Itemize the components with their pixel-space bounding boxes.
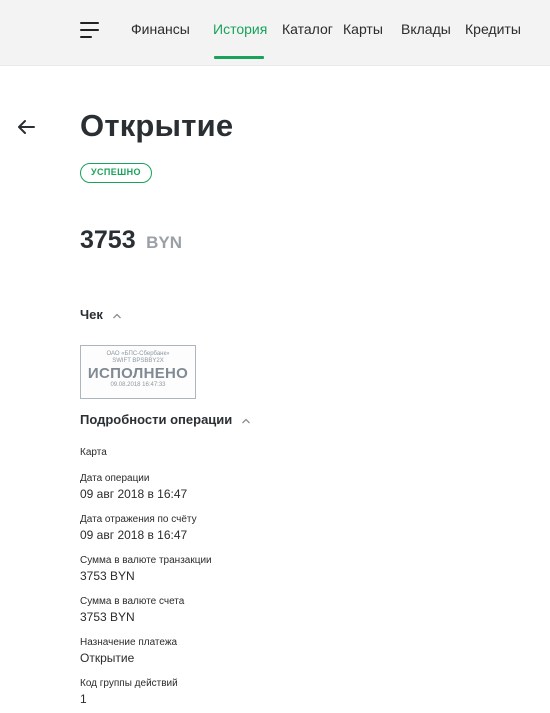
nav-item-deposits[interactable]: Вклады (401, 21, 451, 37)
stamp-swift: SWIFT BPSBBY2X (112, 358, 164, 364)
field-value-payment-purpose: Открытие (80, 651, 135, 665)
nav-item-finances[interactable]: Финансы (131, 21, 190, 37)
stamp-bank-name: ОАО «БПС-Сбербанк» (106, 351, 170, 357)
field-label-account-amount: Сумма в валюте счета (80, 596, 185, 607)
stamp-status: ИСПОЛНЕНО (87, 365, 189, 382)
field-label-operation-date: Дата операции (80, 473, 150, 484)
nav-item-credits[interactable]: Кредиты (465, 21, 521, 37)
back-arrow-icon[interactable] (15, 116, 37, 138)
nav-item-catalog[interactable]: Каталог (282, 21, 333, 37)
amount-currency: BYN (146, 233, 182, 252)
details-heading: Подробности операции (80, 412, 233, 427)
stamp-datetime: 09.08.2018 16:47:33 (110, 382, 166, 388)
page-title: Открытие (80, 108, 234, 143)
card-label: Карта (80, 447, 107, 458)
top-navigation-bar: Финансы История Каталог Карты Вклады Кре… (0, 0, 550, 66)
amount-value: 3753 (80, 226, 136, 254)
field-value-action-group-code: 1 (80, 692, 87, 706)
field-value-operation-date: 09 авг 2018 в 16:47 (80, 487, 188, 501)
field-label-action-group-code: Код группы действий (80, 678, 178, 689)
chevron-up-icon (241, 413, 251, 428)
active-tab-indicator (214, 56, 264, 59)
receipt-heading: Чек (80, 307, 103, 322)
receipt-stamp[interactable]: ОАО «БПС-Сбербанк» SWIFT BPSBBY2X ИСПОЛН… (80, 345, 196, 399)
nav-item-cards[interactable]: Карты (343, 21, 383, 37)
details-section-toggle[interactable]: Подробности операции (80, 412, 251, 428)
field-value-posting-date: 09 авг 2018 в 16:47 (80, 528, 188, 542)
menu-icon[interactable] (80, 21, 102, 39)
chevron-up-icon (112, 308, 122, 323)
field-value-account-amount: 3753 BYN (80, 610, 135, 624)
transaction-amount: 3753 BYN (80, 226, 182, 255)
field-value-transaction-amount: 3753 BYN (80, 569, 135, 583)
field-label-payment-purpose: Назначение платежа (80, 637, 178, 648)
field-label-transaction-amount: Сумма в валюте транзакции (80, 555, 212, 566)
nav-item-history[interactable]: История (213, 21, 267, 37)
field-label-posting-date: Дата отражения по счёту (80, 514, 197, 525)
receipt-section-toggle[interactable]: Чек (80, 307, 122, 323)
status-badge: УСПЕШНО (80, 163, 152, 183)
